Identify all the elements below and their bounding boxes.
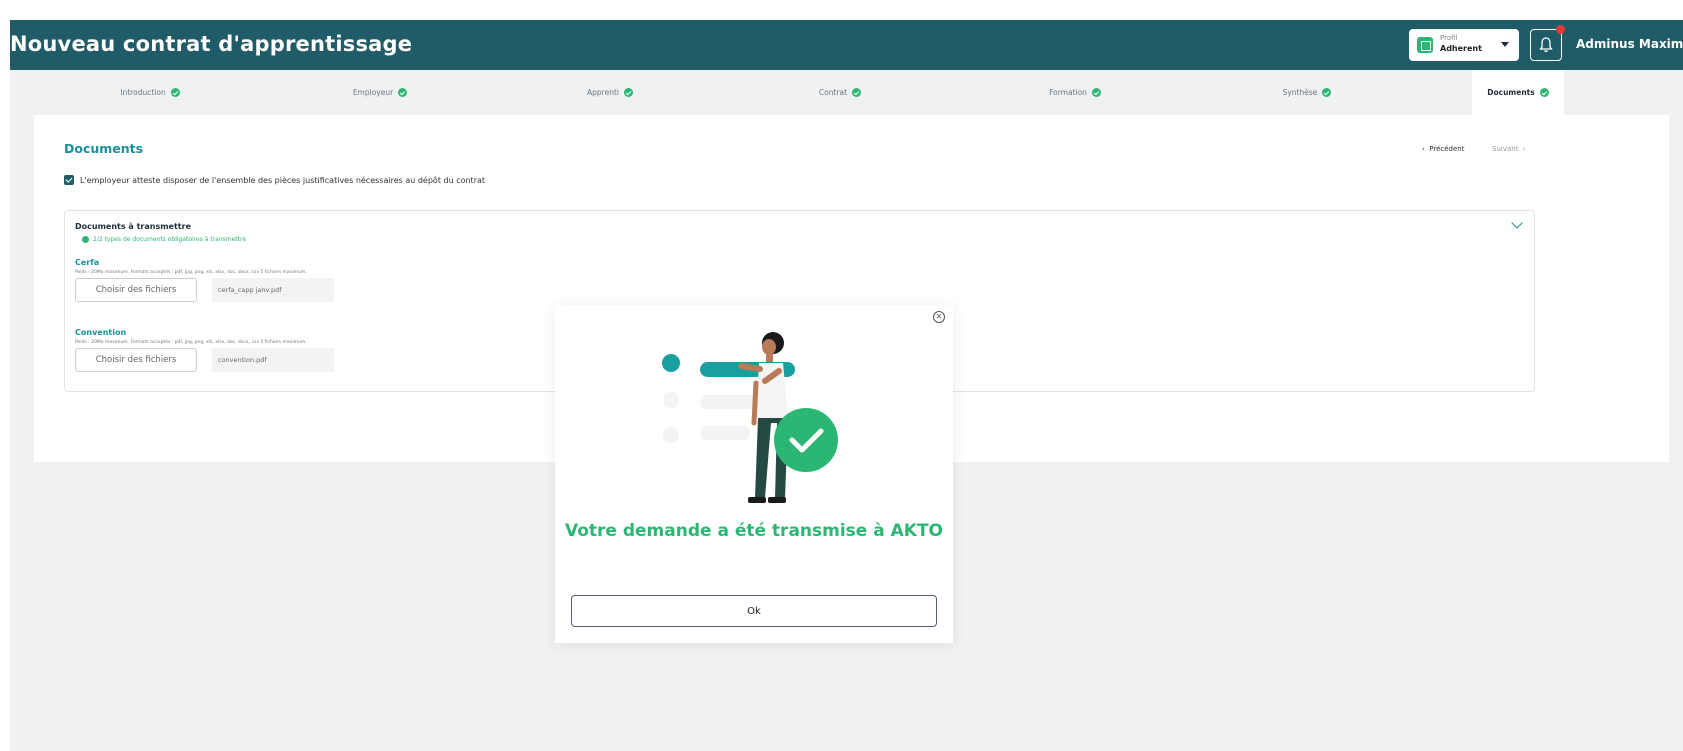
success-message: Votre demande a été transmise à AKTO <box>564 521 944 541</box>
ok-button[interactable]: Ok <box>571 595 937 627</box>
success-illustration <box>662 332 838 503</box>
confirmation-modal: ✕ Votre demande a été transmise à AKTO O… <box>555 305 953 643</box>
modal-overlay: ✕ Votre demande a été transmise à AKTO O… <box>0 0 1683 751</box>
close-icon[interactable]: ✕ <box>933 311 945 323</box>
